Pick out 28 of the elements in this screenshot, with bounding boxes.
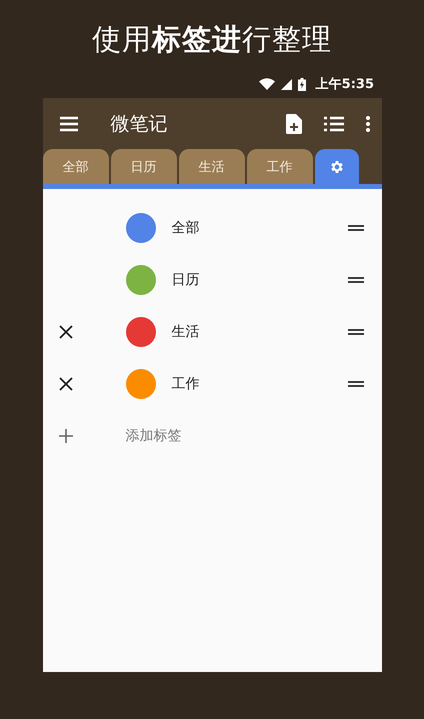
add-tag-button[interactable]: 添加标签 <box>126 427 182 445</box>
more-icon[interactable] <box>366 116 370 132</box>
remove-icon[interactable] <box>58 377 72 391</box>
tag-name: 日历 <box>172 271 200 289</box>
status-time: 上午5:35 <box>316 76 374 93</box>
tab[interactable]: 生活 <box>178 149 244 184</box>
list-icon[interactable] <box>324 116 344 132</box>
drag-handle-icon[interactable] <box>348 329 364 335</box>
headline: 使用标签进行整理 <box>92 21 332 58</box>
menu-icon[interactable] <box>58 116 78 132</box>
tag-name: 工作 <box>172 375 200 393</box>
tag-name: 全部 <box>172 219 200 237</box>
settings-tab[interactable] <box>314 149 358 184</box>
battery-icon <box>298 78 306 90</box>
wifi-icon <box>258 78 275 90</box>
tab[interactable]: 全部 <box>42 149 108 184</box>
app-title: 微笔记 <box>110 112 168 136</box>
drag-handle-icon[interactable] <box>348 277 364 283</box>
tag-name: 生活 <box>172 323 200 341</box>
drag-handle-icon[interactable] <box>348 225 364 231</box>
drag-handle-icon[interactable] <box>348 381 364 387</box>
tab[interactable]: 日历 <box>110 149 176 184</box>
tab[interactable]: 工作 <box>246 149 312 184</box>
new-note-icon[interactable] <box>286 114 302 134</box>
plus-icon <box>58 429 72 443</box>
signal-icon <box>280 78 292 90</box>
gear-icon <box>328 158 344 174</box>
remove-icon[interactable] <box>58 325 72 339</box>
